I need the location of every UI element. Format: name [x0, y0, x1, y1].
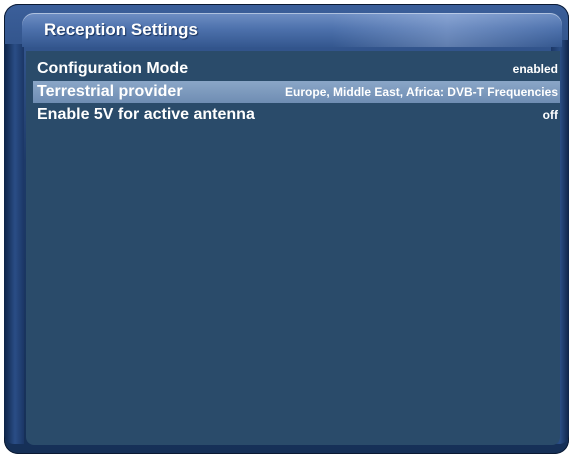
- setting-value: enabled: [512, 62, 558, 76]
- setting-enable-5v-antenna[interactable]: Enable 5V for active antenna off: [33, 104, 560, 126]
- title-bar: Reception Settings: [22, 13, 562, 47]
- setting-label: Terrestrial provider: [37, 83, 183, 100]
- setting-value: Europe, Middle East, Africa: DVB-T Frequ…: [285, 85, 558, 99]
- settings-list: Configuration Mode enabled Terrestrial p…: [26, 51, 560, 445]
- window-left-border: [4, 44, 24, 444]
- setting-configuration-mode[interactable]: Configuration Mode enabled: [33, 58, 560, 80]
- setting-label: Enable 5V for active antenna: [37, 106, 255, 123]
- setting-value: off: [542, 108, 558, 122]
- window-title: Reception Settings: [44, 20, 198, 39]
- setting-label: Configuration Mode: [37, 60, 189, 77]
- setting-terrestrial-provider[interactable]: Terrestrial provider Europe, Middle East…: [33, 81, 560, 103]
